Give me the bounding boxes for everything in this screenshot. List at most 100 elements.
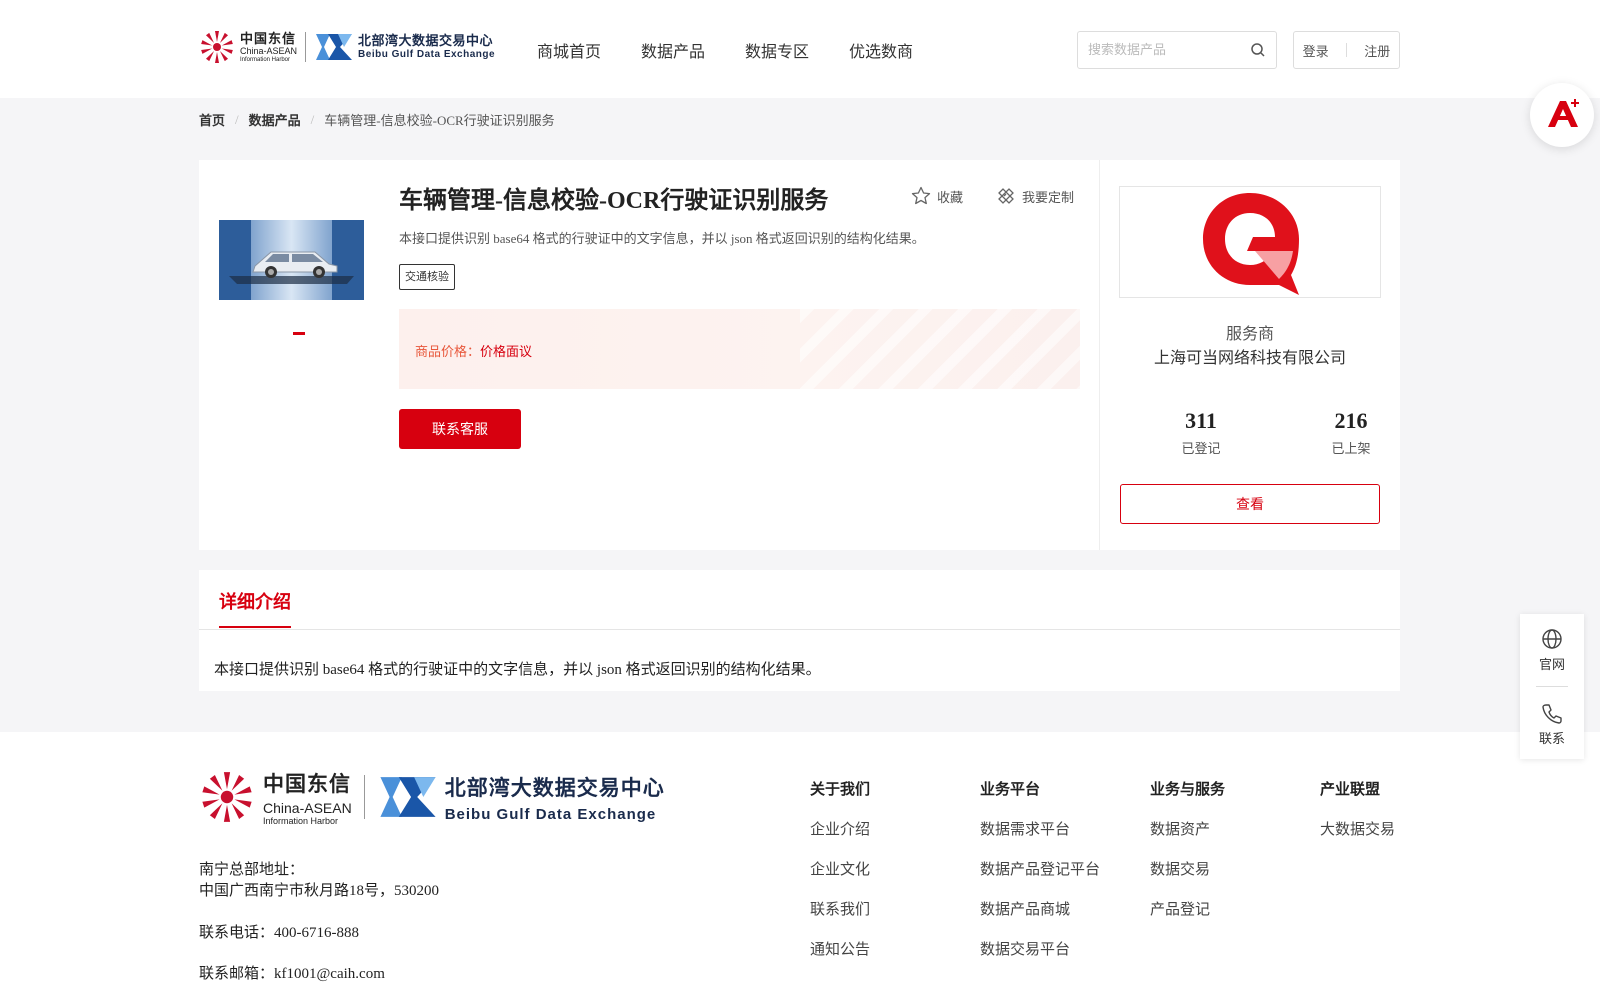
- login-button[interactable]: 登录: [1303, 41, 1329, 60]
- footer-brand-cn: 中国东信: [263, 773, 351, 796]
- footer-brand2-cn: 北部湾大数据交易中心: [444, 776, 665, 800]
- assistant-a-icon: [1548, 99, 1579, 127]
- footer-column-title: 关于我们: [810, 782, 871, 798]
- breadcrumb-home[interactable]: 首页: [199, 110, 225, 129]
- product-title: 车辆管理-信息校验-OCR行驶证识别服务: [399, 188, 829, 214]
- footer-logo-divider: [363, 775, 365, 819]
- main-nav: 商城首页 数据产品 数据专区 优选数商: [537, 38, 953, 62]
- footer-column-services: 业务与服务 数据资产 数据交易 产品登记: [1150, 778, 1225, 938]
- side-float-panel: 官网 联系: [1520, 614, 1584, 759]
- product-tag: 交通核验: [399, 264, 455, 290]
- listed-count: 216: [1334, 408, 1368, 433]
- beibu-gulf-logo-icon: [316, 34, 353, 60]
- favorite-label: 收藏: [937, 189, 964, 205]
- product-image[interactable]: [219, 220, 364, 300]
- footer-link[interactable]: 产品登记: [1150, 898, 1225, 919]
- footer-column-title: 业务平台: [980, 782, 1041, 798]
- china-asean-logo-icon: [202, 772, 252, 822]
- provider-label: 服务商: [1225, 326, 1274, 343]
- footer-link[interactable]: 通知公告: [810, 938, 870, 959]
- auth-divider: [1345, 43, 1347, 57]
- footer-brand2-en: Beibu Gulf Data Exchange: [444, 805, 657, 823]
- footer-brand-en1: China-ASEAN: [263, 800, 352, 816]
- breadcrumb-bar: 首页 / 数据产品 / 车辆管理-信息校验-OCR行驶证识别服务: [0, 98, 1600, 138]
- nav-item-merchants[interactable]: 优选数商: [849, 38, 913, 62]
- footer-logo[interactable]: 中国东信 China-ASEAN Information Harbor 北部湾大…: [199, 768, 665, 826]
- registered-stat: 311 已登记: [1151, 408, 1251, 457]
- register-button[interactable]: 注册: [1364, 41, 1390, 60]
- brand-en1: China-ASEAN: [240, 45, 298, 56]
- breadcrumb-separator: /: [310, 111, 315, 127]
- website-link[interactable]: 官网: [1520, 628, 1584, 673]
- search-box: [1077, 31, 1277, 69]
- footer-link[interactable]: 企业介绍: [810, 818, 870, 839]
- site-logo[interactable]: 中国东信 China-ASEAN Information Harbor 北部湾大…: [199, 29, 495, 65]
- footer-link[interactable]: 联系我们: [810, 898, 870, 919]
- breadcrumb-current: 车辆管理-信息校验-OCR行驶证识别服务: [324, 113, 555, 128]
- customize-button[interactable]: 我要定制: [996, 186, 1074, 206]
- price-value: 价格面议: [480, 344, 533, 359]
- provider-name: 上海可当网络科技有限公司: [1153, 350, 1346, 367]
- footer-link[interactable]: 数据交易平台: [980, 938, 1100, 959]
- star-icon: [911, 186, 931, 205]
- footer-link[interactable]: 大数据交易: [1320, 818, 1395, 839]
- nav-item-zone[interactable]: 数据专区: [745, 38, 809, 62]
- price-box-stripes: [800, 309, 1080, 389]
- provider-logo[interactable]: [1119, 186, 1381, 298]
- product-card: 车辆管理-信息校验-OCR行驶证识别服务 收藏 我要定制 本接口提供识别 bas…: [199, 160, 1400, 550]
- product-description: 本接口提供识别 base64 格式的行驶证中的文字信息，并以 json 格式返回…: [399, 231, 925, 246]
- contact-service-button[interactable]: 联系客服: [399, 409, 521, 449]
- search-input[interactable]: [1078, 32, 1238, 68]
- breadcrumb: 首页 / 数据产品 / 车辆管理-信息校验-OCR行驶证识别服务: [199, 110, 555, 129]
- beibu-gulf-logo-icon: [380, 777, 436, 817]
- footer-link[interactable]: 企业文化: [810, 858, 870, 879]
- provider-logo-icon: [1203, 193, 1299, 295]
- auth-box: 登录 注册: [1293, 31, 1400, 69]
- footer-link[interactable]: 数据产品商城: [980, 898, 1100, 919]
- image-indicator-dot[interactable]: [293, 332, 305, 335]
- registered-label: 已登记: [1181, 441, 1221, 456]
- footer-link[interactable]: 数据需求平台: [980, 818, 1100, 839]
- card-divider: [1099, 160, 1100, 550]
- detail-text: 本接口提供识别 base64 格式的行驶证中的文字信息，并以 json 格式返回…: [214, 662, 821, 678]
- price-text: 商品价格：价格面议: [415, 341, 532, 360]
- footer-brand-en2: Information Harbor: [263, 816, 339, 826]
- listed-label: 已上架: [1331, 441, 1371, 456]
- detail-section: 详细介绍 本接口提供识别 base64 格式的行驶证中的文字信息，并以 json…: [199, 570, 1400, 691]
- search-icon[interactable]: [1250, 42, 1266, 58]
- china-asean-logo-icon: [201, 31, 233, 63]
- footer-column-alliance: 产业联盟 大数据交易: [1320, 778, 1395, 858]
- brand2-cn: 北部湾大数据交易中心: [358, 33, 494, 48]
- footer-address: 南宁总部地址： 中国广西南宁市秋月路18号，530200: [199, 860, 439, 902]
- website-label: 官网: [1538, 657, 1565, 672]
- contact-label: 联系: [1538, 731, 1565, 746]
- footer-link[interactable]: 数据交易: [1150, 858, 1225, 879]
- footer-link[interactable]: 数据资产: [1150, 818, 1225, 839]
- tab-detail[interactable]: 详细介绍: [219, 588, 291, 628]
- customize-label: 我要定制: [1022, 189, 1075, 205]
- contact-link[interactable]: 联系: [1520, 702, 1584, 747]
- floating-assistant-button[interactable]: [1530, 83, 1594, 147]
- tab-divider: [199, 629, 1400, 630]
- footer-email: 联系邮箱：kf1001@caih.com: [199, 966, 385, 982]
- breadcrumb-products[interactable]: 数据产品: [249, 110, 301, 129]
- footer-link[interactable]: 数据产品登记平台: [980, 858, 1100, 879]
- brand-en2: Information Harbor: [240, 56, 291, 63]
- address-value: 中国广西南宁市秋月路18号，530200: [199, 883, 440, 899]
- footer-column-about: 关于我们 企业介绍 企业文化 联系我们 通知公告: [810, 778, 870, 978]
- price-label: 商品价格：: [415, 344, 481, 359]
- footer-column-title: 产业联盟: [1320, 782, 1381, 798]
- footer-column-platform: 业务平台 数据需求平台 数据产品登记平台 数据产品商城 数据交易平台: [980, 778, 1100, 978]
- nav-item-products[interactable]: 数据产品: [641, 38, 705, 62]
- phone-icon: [1542, 704, 1562, 724]
- address-label: 南宁总部地址：: [199, 862, 305, 878]
- footer-phone: 联系电话：400-6716-888: [199, 925, 359, 941]
- view-provider-button[interactable]: 查看: [1120, 484, 1380, 524]
- nav-item-home[interactable]: 商城首页: [537, 38, 601, 62]
- price-box: 商品价格：价格面议: [399, 309, 1080, 389]
- listed-stat: 216 已上架: [1301, 408, 1401, 457]
- favorite-button[interactable]: 收藏: [911, 186, 963, 206]
- side-float-divider: [1536, 686, 1568, 687]
- logo-divider: [305, 32, 307, 62]
- globe-icon: [1542, 629, 1562, 649]
